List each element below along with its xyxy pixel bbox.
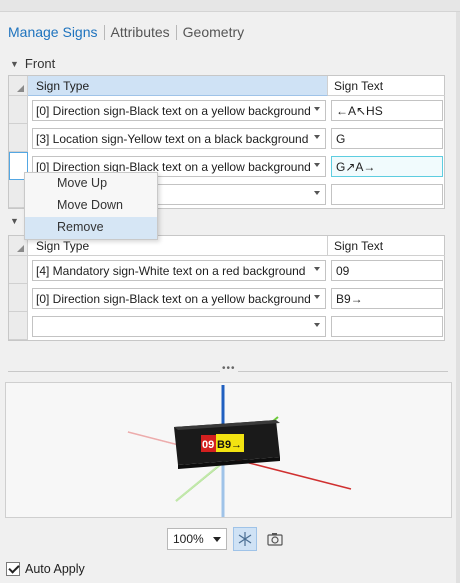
row-header[interactable] (9, 256, 28, 284)
axes-toggle-icon (238, 532, 252, 546)
sign-text-field[interactable] (331, 316, 443, 337)
sign-type-dropdown[interactable]: [4] Mandatory sign-White text on a red b… (32, 260, 326, 281)
chevron-down-icon[interactable]: ▼ (10, 216, 19, 226)
table-row: [4] Mandatory sign-White text on a red b… (9, 256, 444, 284)
select-all-corner[interactable] (9, 76, 28, 96)
grid-header: Sign Type Sign Text (9, 76, 445, 96)
sign-panel-text-yellow: B9→ (217, 439, 242, 451)
sign-type-dropdown[interactable] (32, 316, 326, 337)
panel-edge (456, 12, 460, 583)
grip-dots-icon[interactable]: ••• (220, 363, 238, 374)
sign-text-field[interactable]: B9→ (331, 288, 443, 309)
zoom-select[interactable]: 100% (167, 528, 227, 550)
auto-apply-label: Auto Apply (25, 562, 85, 576)
column-header-sign-type[interactable]: Sign Type (28, 76, 328, 96)
sign-type-dropdown[interactable]: [3] Location sign-Yellow text on a black… (32, 128, 326, 149)
sign-type-value: [0] Direction sign-Black text on a yello… (36, 292, 311, 306)
chevron-down-icon (314, 107, 320, 111)
snapshot-button[interactable] (263, 527, 287, 551)
column-header-sign-text[interactable]: Sign Text (328, 236, 445, 256)
chevron-down-icon (213, 537, 221, 542)
axes-toggle-button[interactable] (233, 527, 257, 551)
top-strip (0, 0, 460, 12)
table-row: [3] Location sign-Yellow text on a black… (9, 124, 444, 152)
column-header-sign-text[interactable]: Sign Text (328, 76, 445, 96)
row-header[interactable] (9, 284, 28, 312)
sign-type-value: [0] Direction sign-Black text on a yello… (36, 104, 311, 118)
auto-apply-checkbox[interactable] (6, 562, 20, 576)
preview-scene: 09 B9→ (127, 385, 352, 517)
tab-manage-signs[interactable]: Manage Signs (8, 24, 104, 40)
sign-text-field[interactable]: G (331, 128, 443, 149)
panel-splitter[interactable]: ••• (8, 363, 448, 376)
sign-type-value: [3] Location sign-Yellow text on a black… (36, 132, 309, 146)
row-header[interactable] (9, 312, 28, 340)
sign-panel-text-red: 09 (202, 439, 214, 451)
chevron-down-icon (314, 267, 320, 271)
chevron-down-icon (314, 323, 320, 327)
sign-preview-viewport[interactable]: 09 B9→ (5, 382, 452, 518)
camera-icon (267, 533, 283, 546)
front-section-title: Front (24, 56, 56, 71)
chevron-down-icon (314, 163, 320, 167)
menu-item-move-up[interactable]: Move Up (25, 173, 157, 195)
menu-item-remove[interactable]: Remove (25, 217, 157, 239)
sign-text-field[interactable]: ←A↖HS (331, 100, 443, 121)
table-row: [0] Direction sign-Black text on a yello… (9, 284, 444, 312)
tab-attributes[interactable]: Attributes (105, 24, 176, 40)
sign-type-value: [4] Mandatory sign-White text on a red b… (36, 264, 306, 278)
tab-geometry[interactable]: Geometry (177, 24, 250, 40)
sign-text-field[interactable] (331, 184, 443, 205)
sign-type-dropdown[interactable]: [0] Direction sign-Black text on a yello… (32, 288, 326, 309)
front-section-header[interactable]: ▼ Front (10, 56, 55, 71)
back-sign-grid: Sign Type Sign Text [4] Mandatory sign-W… (8, 235, 445, 341)
sign-type-dropdown[interactable]: [0] Direction sign-Black text on a yello… (32, 100, 326, 121)
row-context-menu: Move Up Move Down Remove (24, 172, 158, 240)
chevron-down-icon[interactable]: ▼ (10, 59, 19, 69)
chevron-down-icon (314, 191, 320, 195)
row-header[interactable] (9, 96, 28, 124)
row-header[interactable] (9, 124, 28, 152)
menu-item-move-down[interactable]: Move Down (25, 195, 157, 217)
sign-text-field[interactable]: G↗A→ (331, 156, 443, 177)
tab-bar: Manage Signs Attributes Geometry (8, 22, 250, 42)
chevron-down-icon (314, 295, 320, 299)
zoom-value: 100% (173, 532, 204, 546)
table-row: [0] Direction sign-Black text on a yello… (9, 96, 444, 124)
table-row (9, 312, 444, 340)
chevron-down-icon (314, 135, 320, 139)
sign-text-field[interactable]: 09 (331, 260, 443, 281)
auto-apply-row: Auto Apply (6, 562, 85, 576)
back-section-header[interactable]: ▼ (10, 216, 25, 226)
